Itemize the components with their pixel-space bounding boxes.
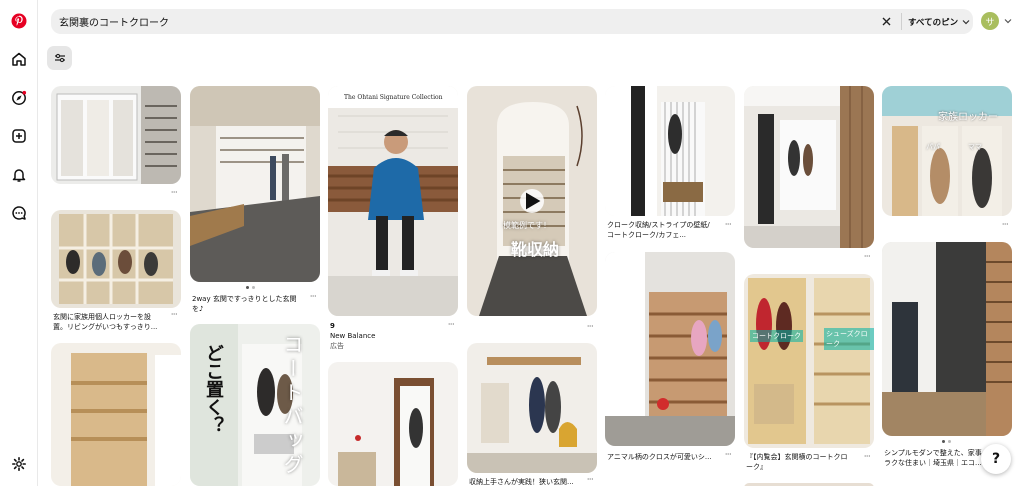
notifications-icon[interactable] xyxy=(7,163,31,187)
pin-overlay-main: 靴収納 xyxy=(511,240,560,259)
pin-image[interactable]: The Ohtani Signature Collection xyxy=(328,86,458,316)
account-chevron-icon[interactable] xyxy=(1003,16,1013,26)
pin-sponsored-label: 広告 xyxy=(330,342,344,350)
pin-card[interactable]: コートクローク シューズクローク 『【内覧会】玄関横のコートクローク』 ··· xyxy=(744,274,874,486)
pin-image[interactable] xyxy=(605,252,735,446)
sidebar xyxy=(0,0,38,486)
help-button[interactable]: ? xyxy=(981,444,1011,474)
clear-search-icon[interactable] xyxy=(880,15,892,27)
pin-card[interactable]: アニマル柄のクロスが可愛いシ... ··· xyxy=(605,252,735,466)
search-divider xyxy=(901,13,902,30)
app-window: すべてのピン サ ··· 玄関に家族用個人ロッカーを設置。リビングがいつもすっき… xyxy=(0,0,1024,486)
pin-overlay-question: どこ置く？ xyxy=(203,344,224,434)
pin-more-options[interactable]: ··· xyxy=(448,320,455,329)
pin-image[interactable]: コートクローク シューズクローク xyxy=(744,274,874,448)
pin-card[interactable]: クローク収納/ストライプの壁紙/コートクローク/カフェ... ··· xyxy=(605,86,735,246)
pin-image[interactable] xyxy=(882,242,1012,436)
pin-card[interactable]: 模範例です！ 靴収納 ··· xyxy=(467,86,597,334)
pin-card[interactable]: The Ohtani Signature Collection 9 ··· Ne… xyxy=(328,86,458,354)
filters-button[interactable] xyxy=(47,46,72,70)
pin-image[interactable]: コートバッグ どこ置く？ xyxy=(190,324,320,486)
pin-tag: パパ xyxy=(926,143,940,151)
home-icon[interactable] xyxy=(7,47,31,71)
pin-count: 9 xyxy=(330,322,335,330)
help-icon: ? xyxy=(991,451,1001,467)
settings-icon[interactable] xyxy=(7,452,31,476)
pin-image[interactable]: 家族ロッカー パパ ママ xyxy=(882,86,1012,216)
explore-icon[interactable] xyxy=(7,86,31,110)
pin-card[interactable]: 家族ロッカー パパ ママ ··· xyxy=(882,86,1012,234)
pin-title: New Balance xyxy=(330,332,376,340)
pin-more-options[interactable]: ··· xyxy=(864,452,871,461)
pin-card[interactable]: 玄関に家族用個人ロッカーを設置。リビングがいつもすっきり... ··· xyxy=(51,210,181,334)
pin-title: クローク収納/ストライプの壁紙/コートクローク/カフェ... xyxy=(607,221,710,239)
pin-overlay: 家族ロッカー xyxy=(938,112,998,123)
pin-card[interactable] xyxy=(328,362,458,486)
pin-image[interactable]: 模範例です！ 靴収納 xyxy=(467,86,597,316)
pin-more-options[interactable]: ··· xyxy=(587,475,594,484)
avatar[interactable]: サ xyxy=(981,12,999,30)
pinterest-logo-icon[interactable] xyxy=(7,9,31,33)
pin-brand-banner: The Ohtani Signature Collection xyxy=(344,94,443,101)
pin-title: 2way 玄関ですっきりとした玄関を♪ xyxy=(192,295,297,313)
pin-image[interactable] xyxy=(467,343,597,473)
pin-label-right: シューズクローク xyxy=(824,328,874,350)
search-input[interactable] xyxy=(59,12,859,31)
avatar-letter: サ xyxy=(985,17,995,28)
pin-card[interactable]: 収納上手さんが実践！狭い玄関... ··· xyxy=(467,343,597,486)
pin-title: アニマル柄のクロスが可愛いシ... xyxy=(607,453,712,461)
pin-more-options[interactable]: ··· xyxy=(725,220,732,229)
carousel-indicator xyxy=(246,286,255,289)
messages-icon[interactable] xyxy=(7,201,31,225)
sliders-icon xyxy=(54,53,65,63)
pin-title: 玄関に家族用個人ロッカーを設置。リビングがいつもすっきり... xyxy=(53,313,158,331)
pin-title: 収納上手さんが実践！狭い玄関... xyxy=(469,478,574,486)
pin-overlay-vertical: コートバッグ xyxy=(280,334,304,478)
pin-image[interactable] xyxy=(51,210,181,308)
pin-card[interactable]: ··· xyxy=(744,86,874,264)
pin-tag: ママ xyxy=(968,143,982,151)
pin-filter-dropdown[interactable]: すべてのピン xyxy=(908,14,970,29)
pin-more-options[interactable]: ··· xyxy=(171,188,178,197)
pin-title: 『【内覧会】玄関横のコートクローク』 xyxy=(746,453,848,471)
pin-card[interactable]: シンプルモダンで整えた、家事ラクな住まい｜埼玉県｜エコ... xyxy=(882,242,1012,476)
pin-more-options[interactable]: ··· xyxy=(864,252,871,261)
pin-image[interactable] xyxy=(51,86,181,184)
pin-card[interactable] xyxy=(51,343,181,486)
pin-card[interactable]: ··· xyxy=(51,86,181,198)
pin-more-options[interactable]: ··· xyxy=(310,292,317,301)
search-bar: すべてのピン xyxy=(51,9,973,34)
pin-image[interactable] xyxy=(51,343,181,486)
chevron-down-icon xyxy=(962,19,970,24)
pin-overlay-top: 模範例です！ xyxy=(503,221,551,230)
pin-image[interactable] xyxy=(190,86,320,282)
play-video-icon[interactable] xyxy=(520,189,544,213)
pin-more-options[interactable]: ··· xyxy=(1002,220,1009,229)
pin-filter-label: すべてのピン xyxy=(908,17,959,28)
pin-card[interactable]: 2way 玄関ですっきりとした玄関を♪ ··· xyxy=(190,86,320,316)
pin-more-options[interactable]: ··· xyxy=(725,450,732,459)
pin-more-options[interactable]: ··· xyxy=(171,310,178,319)
create-icon[interactable] xyxy=(7,124,31,148)
pin-more-options[interactable]: ··· xyxy=(587,322,594,331)
pin-image[interactable] xyxy=(744,86,874,248)
carousel-indicator xyxy=(942,440,951,443)
pin-image[interactable] xyxy=(605,86,735,216)
pin-card[interactable]: コートバッグ どこ置く？ xyxy=(190,324,320,486)
pin-label-left: コートクローク xyxy=(750,330,803,342)
pin-image[interactable] xyxy=(328,362,458,486)
pin-title: シンプルモダンで整えた、家事ラクな住まい｜埼玉県｜エコ... xyxy=(884,449,982,467)
